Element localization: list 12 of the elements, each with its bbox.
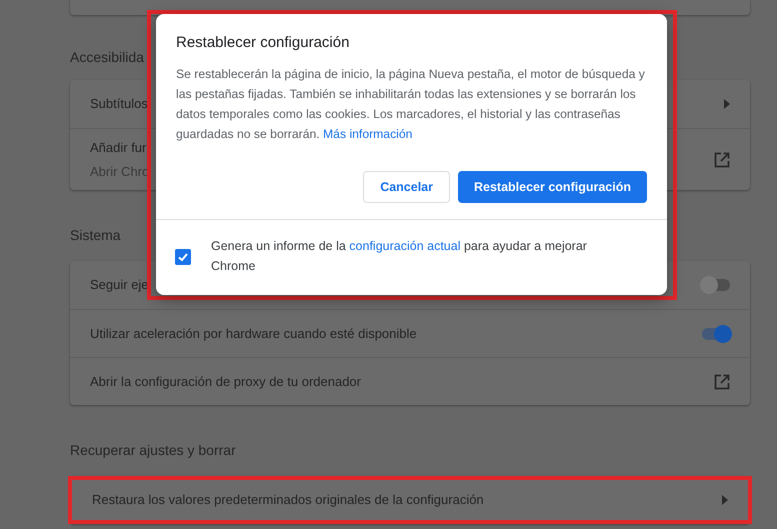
section-heading: Accesibilida: [70, 48, 144, 66]
report-message: Genera un informe de la configuración actual para ayudar a mejorar Chrome: [211, 238, 588, 275]
setting-label: Abrir la configuración de proxy de tu ordenador: [90, 372, 361, 391]
dialog-message: Se restablecerán la página de inicio, la página Nueva pestaña, el motor de búsqueda y las pestañas fijadas. También se inhabilitarán todas las extensiones y se borrarán los datos temporales como las cookies. Los marcadores, el historial y las contraseñas guardadas no se borrarán. Más información: [176, 66, 646, 143]
setting-label: Añadir fur: [90, 139, 148, 157]
dialog-title: Restablecer configuración: [176, 33, 350, 53]
setting-label: Seguir eje: [90, 276, 149, 294]
section-heading: Recuperar ajustes y borrar: [70, 440, 236, 460]
setting-label: Subtítulos: [90, 95, 148, 114]
setting-label: Restaura los valores predeterminados originales de la configuración: [92, 491, 484, 510]
section-heading: Sistema: [70, 226, 121, 244]
setting-label: Utilizar aceleración por hardware cuando esté disponible: [90, 324, 417, 343]
